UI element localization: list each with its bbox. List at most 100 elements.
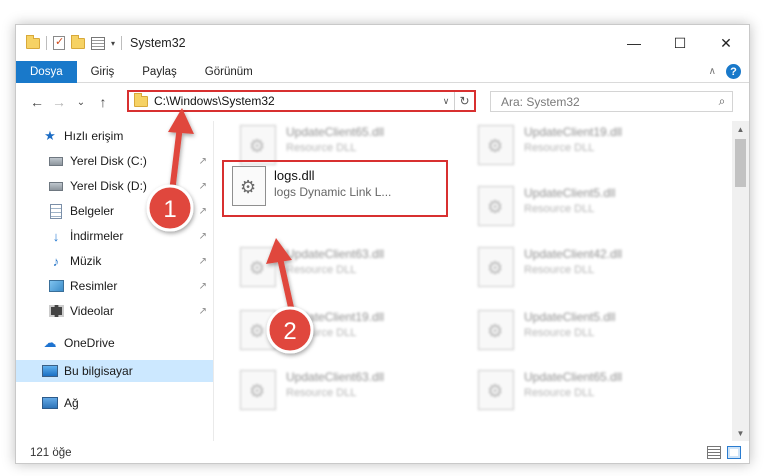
minimize-button[interactable]: — (611, 25, 657, 61)
pin-icon[interactable]: ↗ (199, 256, 207, 267)
sidebar-item-label: Yerel Disk (D:) (70, 179, 147, 193)
file-description: Resource DLL (286, 327, 357, 339)
status-bar: 121 öğe (16, 441, 749, 463)
file-item[interactable]: UpdateClient19.dll Resource DLL (240, 310, 470, 354)
quick-access-toolbar: ▾ (16, 34, 123, 50)
properties-check-icon[interactable] (53, 35, 65, 50)
sidebar-item-documents[interactable]: Belgeler ↗ (16, 200, 213, 222)
qat-dropdown-icon[interactable]: ▾ (111, 39, 115, 48)
file-description: Resource DLL (524, 327, 595, 339)
pin-icon[interactable]: ↗ (199, 206, 207, 217)
sidebar-item-this-pc[interactable]: Bu bilgisayar (16, 360, 213, 382)
sidebar-item-label: Bu bilgisayar (64, 364, 133, 378)
file-item[interactable]: UpdateClient63.dll Resource DLL (240, 247, 470, 291)
tab-view[interactable]: Görünüm (191, 61, 267, 83)
file-description: Resource DLL (524, 142, 595, 154)
file-description: Resource DLL (524, 203, 595, 215)
drive-icon (48, 178, 64, 194)
recent-locations-button[interactable]: ⌄ (70, 97, 92, 108)
window-controls: — ☐ ✕ (611, 25, 749, 61)
toolbar-divider (46, 36, 47, 50)
refresh-icon[interactable]: ↻ (454, 92, 474, 110)
help-icon[interactable]: ? (726, 64, 741, 79)
details-view-icon[interactable] (707, 446, 721, 459)
back-button[interactable]: ← (26, 94, 48, 110)
pin-icon[interactable]: ↗ (199, 281, 207, 292)
music-icon: ♪ (52, 253, 60, 269)
new-folder-icon[interactable] (71, 34, 85, 49)
sidebar-item-videos[interactable]: Videolar ↗ (16, 300, 213, 322)
scroll-up-icon[interactable]: ▲ (732, 121, 749, 137)
this-pc-icon (42, 363, 58, 379)
file-item[interactable]: UpdateClient5.dll Resource DLL (478, 310, 708, 354)
sidebar-item-local-disk-d[interactable]: Yerel Disk (D:) ↗ (16, 175, 213, 197)
close-button[interactable]: ✕ (703, 25, 749, 61)
file-explorer-window: ▾ System32 — ☐ ✕ Dosya Giriş Paylaş Görü… (15, 24, 750, 464)
scroll-thumb[interactable] (735, 139, 746, 187)
toolbar-divider (121, 36, 123, 50)
forward-button[interactable]: → (48, 94, 70, 110)
sidebar-item-label: Yerel Disk (C:) (70, 154, 147, 168)
sidebar-item-label: İndirmeler (70, 229, 124, 243)
drive-icon (48, 153, 64, 169)
tab-home[interactable]: Giriş (77, 61, 129, 83)
videos-icon (48, 303, 64, 319)
highlighted-file-logs-dll[interactable]: logs.dll logs Dynamic Link L... (222, 160, 448, 217)
file-description: Resource DLL (286, 142, 357, 154)
scroll-down-icon[interactable]: ▼ (732, 425, 749, 441)
file-item[interactable]: UpdateClient5.dll Resource DLL (478, 186, 708, 230)
sidebar-item-downloads[interactable]: ↓ İndirmeler ↗ (16, 225, 213, 247)
file-item[interactable]: UpdateClient65.dll Resource DLL (478, 370, 708, 414)
dll-file-icon (232, 166, 266, 206)
file-name: UpdateClient63.dll (286, 247, 385, 261)
pin-icon[interactable]: ↗ (199, 306, 207, 317)
sidebar-item-network[interactable]: Ağ (16, 392, 213, 414)
vertical-scrollbar[interactable]: ▲ ▼ (732, 121, 749, 441)
sidebar-item-music[interactable]: ♪ Müzik ↗ (16, 250, 213, 272)
file-name: UpdateClient5.dll (524, 310, 616, 324)
sidebar-item-quick-access[interactable]: ★ Hızlı erişim (16, 125, 213, 147)
pin-icon[interactable]: ↗ (199, 181, 207, 192)
dll-file-icon (240, 125, 276, 165)
large-icons-view-icon[interactable] (727, 446, 741, 459)
navigation-bar: ← → ⌄ ↑ C:\Windows\System32 ∨ ↻ Ara: Sys… (16, 84, 749, 120)
pin-icon[interactable]: ↗ (199, 156, 207, 167)
maximize-button[interactable]: ☐ (657, 25, 703, 61)
search-icon[interactable]: ⌕ (712, 94, 732, 109)
tab-share[interactable]: Paylaş (128, 61, 191, 83)
address-dropdown-icon[interactable]: ∨ (438, 96, 454, 107)
address-bar[interactable]: C:\Windows\System32 ∨ ↻ (127, 90, 476, 112)
dll-file-icon (240, 370, 276, 410)
dll-file-icon (478, 247, 514, 287)
collapse-ribbon-icon[interactable]: ∧ (709, 66, 716, 77)
dll-file-icon (478, 186, 514, 226)
pin-icon[interactable]: ↗ (199, 231, 207, 242)
properties-icon[interactable] (91, 36, 105, 50)
network-icon (42, 395, 58, 411)
window-title: System32 (130, 36, 186, 50)
file-item[interactable]: logs.dll logs Dynamic Link L... (232, 166, 391, 206)
download-icon: ↓ (52, 228, 60, 244)
sidebar-item-label: Videolar (70, 304, 114, 318)
up-button[interactable]: ↑ (92, 94, 114, 110)
file-item[interactable]: UpdateClient42.dll Resource DLL (478, 247, 708, 291)
file-description: Resource DLL (286, 387, 357, 399)
file-description: logs Dynamic Link L... (274, 185, 392, 199)
navigation-pane: ★ Hızlı erişim Yerel Disk (C:) ↗ Yerel D… (16, 121, 213, 441)
tab-file[interactable]: Dosya (16, 60, 77, 83)
sidebar-item-pictures[interactable]: Resimler ↗ (16, 275, 213, 297)
address-path[interactable]: C:\Windows\System32 (154, 94, 438, 108)
folder-icon (134, 92, 148, 107)
onedrive-icon: ☁ (43, 335, 57, 350)
sidebar-item-label: Belgeler (70, 204, 115, 218)
file-item[interactable]: UpdateClient19.dll Resource DLL (478, 125, 708, 169)
sidebar-item-local-disk-c[interactable]: Yerel Disk (C:) ↗ (16, 150, 213, 172)
view-switcher (707, 446, 741, 459)
dll-file-icon (478, 310, 514, 350)
ribbon-right-controls: ∧ ? (709, 64, 741, 79)
file-item[interactable]: UpdateClient63.dll Resource DLL (240, 370, 470, 414)
search-input[interactable]: Ara: System32 ⌕ (490, 91, 733, 112)
file-name: UpdateClient65.dll (286, 125, 385, 139)
sidebar-item-onedrive[interactable]: ☁ OneDrive (16, 332, 213, 354)
dll-file-icon (478, 370, 514, 410)
